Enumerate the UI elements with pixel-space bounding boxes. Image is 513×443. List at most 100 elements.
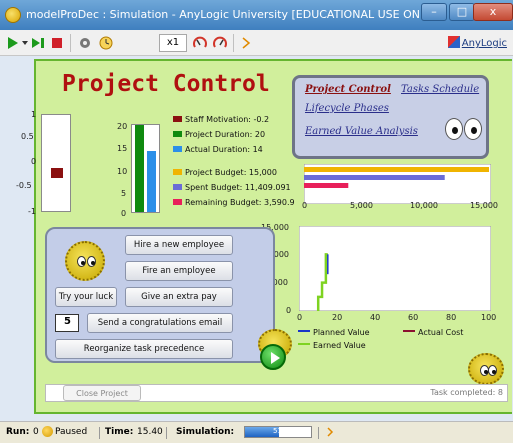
clock-icon[interactable] (98, 35, 114, 51)
expand-icon[interactable] (326, 426, 334, 438)
page-title: Project Control (62, 71, 270, 97)
simulation-label: Simulation: (176, 427, 235, 437)
model-canvas: Project Control 1 0.5 0 -0.5 -1 20 15 10… (16, 59, 512, 414)
legend-staff-motivation: Staff Motivation: -0.2 (173, 115, 269, 124)
run-label: Run: (6, 427, 30, 437)
simulation-progress-text: 51 (273, 427, 282, 435)
duration-tick: 0 (121, 209, 127, 218)
minimize-button[interactable]: – (421, 3, 447, 21)
congratulations-email-button[interactable]: Send a congratulations email (87, 313, 233, 333)
status-separator (318, 427, 319, 439)
speed-slower-icon[interactable] (192, 35, 208, 51)
navigation-panel: Project Control Tasks Schedule Lifecycle… (292, 75, 489, 159)
duration-tick: 10 (117, 167, 128, 176)
status-separator (99, 427, 100, 439)
actual-duration-bar (147, 151, 156, 212)
legend-earned-value: Earned Value (298, 341, 366, 350)
legend-swatch (173, 199, 182, 205)
control-panel: Hire a new employee Fire an employee Try… (45, 227, 275, 363)
mascot-eye (488, 365, 497, 376)
eye-icon (445, 118, 463, 140)
ev-x-tick: 60 (408, 313, 419, 322)
run-value: 0 (33, 427, 39, 437)
close-project-button[interactable]: Close Project (63, 385, 141, 401)
ev-plot-area (299, 226, 491, 311)
ev-x-tick: 20 (332, 313, 343, 322)
extra-pay-button[interactable]: Give an extra pay (125, 287, 233, 307)
legend-planned-value: Planned Value (298, 328, 370, 337)
try-luck-button[interactable]: Try your luck (55, 287, 117, 307)
pupil (471, 127, 477, 134)
speed-faster-icon[interactable] (212, 35, 228, 51)
anylogic-logo-icon (447, 36, 460, 48)
motivation-tick: 0 (31, 157, 37, 166)
close-window-button[interactable]: x (473, 3, 513, 21)
nav-lifecycle-phases[interactable]: Lifecycle Phases (305, 103, 389, 114)
anylogic-link[interactable]: AnyLogic (447, 36, 507, 49)
remaining-budget-bar (304, 183, 349, 188)
step-icon[interactable] (31, 35, 47, 51)
motivation-tick: 0.5 (21, 132, 34, 141)
toolbar: x1 AnyLogic (0, 30, 513, 56)
bottom-bar: Close Project Task completed: 8 (45, 384, 508, 402)
pupil (452, 127, 458, 134)
legend-swatch (173, 184, 182, 190)
budget-x-tick: 10,000 (410, 201, 438, 210)
nav-earned-value-analysis[interactable]: Earned Value Analysis (305, 126, 418, 137)
settings-icon[interactable] (77, 35, 93, 51)
speed-display: x1 (159, 34, 187, 52)
duration-tick: 5 (121, 189, 127, 198)
simulation-progress-bar: 51 (244, 426, 312, 438)
mascot-eye (77, 256, 86, 267)
legend-swatch (298, 343, 310, 345)
hire-employee-button[interactable]: Hire a new employee (125, 235, 233, 255)
ev-x-tick: 100 (481, 313, 497, 322)
budget-x-tick: 5,000 (350, 201, 373, 210)
email-count: 5 (64, 316, 71, 327)
staff-motivation-marker (51, 167, 63, 178)
anylogic-link-label: AnyLogic (461, 38, 507, 49)
legend-actual-cost: Actual Cost (403, 328, 463, 337)
motivation-tick: -1 (28, 207, 36, 216)
budget-chart-area (304, 164, 491, 204)
play-icon[interactable] (260, 344, 286, 370)
task-completed-label: Task completed: 8 (430, 388, 503, 397)
run-state: Paused (55, 427, 88, 437)
nav-tasks-schedule[interactable]: Tasks Schedule (401, 84, 479, 95)
time-label: Time: (105, 427, 134, 437)
stop-icon[interactable] (50, 35, 64, 51)
toolbar-separator (233, 34, 234, 52)
fire-employee-button[interactable]: Fire an employee (125, 261, 233, 281)
ev-x-tick: 80 (446, 313, 457, 322)
expand-icon[interactable] (240, 35, 252, 51)
maximize-button[interactable]: □ (449, 3, 475, 21)
title-bar: modelProDec : Simulation - AnyLogic Univ… (0, 0, 513, 30)
motivation-tick: -0.5 (16, 181, 32, 190)
run-icon[interactable] (6, 35, 20, 51)
legend-remaining-budget: Remaining Budget: 3,590.9 (173, 198, 295, 207)
email-envelope-icon: 5 (55, 314, 79, 332)
reorganize-tasks-button[interactable]: Reorganize task precedence (55, 339, 233, 359)
legend-project-budget: Project Budget: 15,000 (173, 168, 277, 177)
ev-x-tick: 0 (297, 313, 303, 322)
project-duration-bar (135, 125, 144, 212)
paused-state-icon (42, 426, 53, 437)
status-bar: Run: 0 Paused Time: 15.40 Simulation: 51 (0, 421, 513, 443)
duration-tick: 20 (117, 122, 128, 131)
mascot-icon (468, 353, 504, 385)
budget-x-tick: 0 (302, 201, 308, 210)
nav-project-control[interactable]: Project Control (305, 84, 391, 95)
legend-swatch (298, 330, 310, 332)
duration-tick: 15 (117, 144, 128, 153)
legend-swatch (403, 330, 415, 332)
legend-spent-budget: Spent Budget: 11,409.091 (173, 183, 291, 192)
ev-y-tick: 0 (286, 306, 292, 315)
legend-swatch (173, 131, 182, 137)
time-value: 15.40 (137, 427, 163, 437)
run-dropdown-icon[interactable] (21, 35, 29, 51)
legend-swatch (173, 116, 182, 122)
legend-swatch (173, 146, 182, 152)
app-window: modelProDec : Simulation - AnyLogic Univ… (0, 0, 513, 443)
toolbar-separator (70, 34, 71, 52)
window-title: modelProDec : Simulation - AnyLogic Univ… (26, 8, 436, 21)
